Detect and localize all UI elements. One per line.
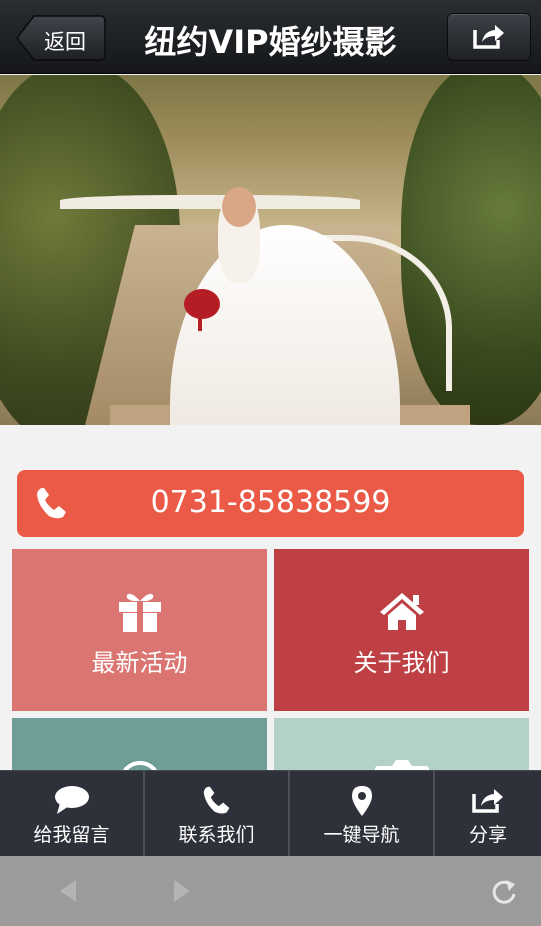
nav-label: 给我留言 (33, 824, 110, 846)
header-share-button[interactable] (447, 13, 531, 61)
bridge-rail (60, 195, 360, 209)
map-pin-icon (351, 786, 372, 816)
back-arrow-icon[interactable] (56, 878, 78, 904)
tile-label: 最新活动 (91, 649, 188, 677)
bouquet (184, 289, 220, 319)
phone-number: 0731-85838599 (150, 485, 391, 520)
forward-arrow-icon[interactable] (172, 878, 194, 904)
phone-icon (203, 786, 229, 814)
bottom-toolbar: 给我留言 联系我们 一键导航 分享 (0, 770, 541, 857)
share-icon (473, 25, 504, 49)
bride-head (222, 187, 256, 227)
tile-about-us[interactable]: 关于我们 (274, 549, 529, 711)
nav-label: 分享 (468, 824, 507, 846)
nav-one-click-navigation[interactable]: 一键导航 (290, 771, 435, 857)
home-icon (379, 593, 424, 630)
nav-label: 一键导航 (323, 824, 400, 846)
top-nav-bar: 返回 纽约VIP婚纱摄影 (0, 0, 541, 74)
nav-contact-us[interactable]: 联系我们 (145, 771, 290, 857)
nav-label: 联系我们 (178, 824, 255, 846)
refresh-icon[interactable] (490, 876, 518, 906)
tile-latest-activities[interactable]: 最新活动 (12, 549, 267, 711)
gift-icon (118, 593, 161, 632)
nav-share[interactable]: 分享 (435, 771, 541, 857)
comment-icon (54, 786, 89, 814)
call-phone-button[interactable]: 0731-85838599 (17, 470, 524, 537)
browser-toolbar (0, 856, 541, 926)
nav-leave-message[interactable]: 给我留言 (0, 771, 145, 857)
hero-banner-image[interactable] (0, 75, 541, 425)
tile-label: 关于我们 (353, 649, 450, 677)
share-icon (472, 789, 503, 813)
